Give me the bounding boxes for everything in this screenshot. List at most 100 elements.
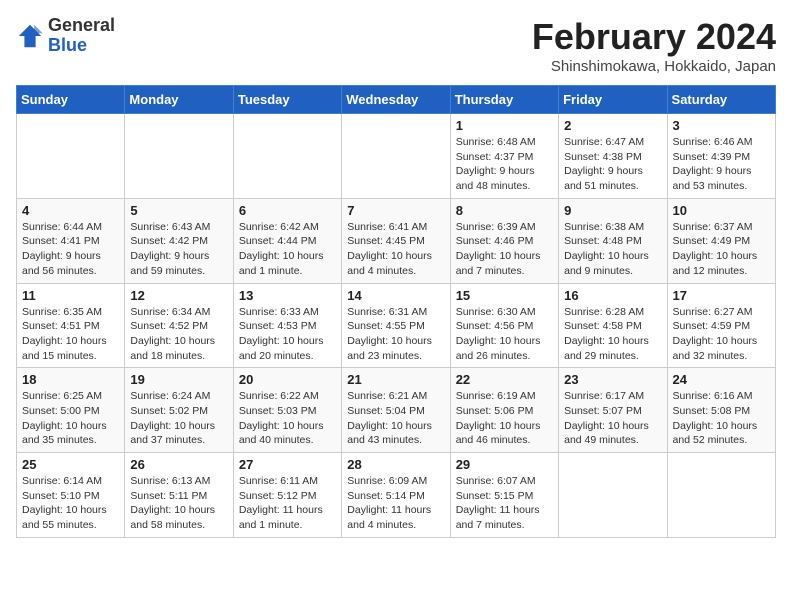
day-number: 7 [347,203,444,218]
calendar-cell: 9 Sunrise: 6:38 AM Sunset: 4:48 PM Daylig… [559,198,667,283]
day-number: 19 [130,372,227,387]
day-number: 9 [564,203,661,218]
day-info: Sunrise: 6:44 AM Sunset: 4:41 PM Dayligh… [22,220,119,279]
day-info: Sunrise: 6:42 AM Sunset: 4:44 PM Dayligh… [239,220,336,279]
calendar-cell: 18 Sunrise: 6:25 AM Sunset: 5:00 PM Dayli… [17,368,125,453]
day-number: 28 [347,457,444,472]
calendar-cell [233,114,341,199]
day-info: Sunrise: 6:30 AM Sunset: 4:56 PM Dayligh… [456,305,553,364]
day-number: 23 [564,372,661,387]
day-number: 3 [673,118,770,133]
day-number: 27 [239,457,336,472]
day-number: 25 [22,457,119,472]
day-info: Sunrise: 6:24 AM Sunset: 5:02 PM Dayligh… [130,389,227,448]
day-info: Sunrise: 6:31 AM Sunset: 4:55 PM Dayligh… [347,305,444,364]
day-number: 11 [22,288,119,303]
day-number: 15 [456,288,553,303]
day-info: Sunrise: 6:39 AM Sunset: 4:46 PM Dayligh… [456,220,553,279]
calendar-cell [125,114,233,199]
weekday-header: Friday [559,86,667,114]
day-number: 14 [347,288,444,303]
day-info: Sunrise: 6:43 AM Sunset: 4:42 PM Dayligh… [130,220,227,279]
day-number: 21 [347,372,444,387]
page-header: General Blue February 2024 Shinshimokawa… [16,16,776,75]
calendar-cell: 25Sunrise: 6:14 AM Sunset: 5:10 PM Dayli… [17,453,125,538]
calendar-cell: 2Sunrise: 6:47 AM Sunset: 4:38 PM Daylig… [559,114,667,199]
calendar-week-row: 18 Sunrise: 6:25 AM Sunset: 5:00 PM Dayli… [17,368,776,453]
weekday-header: Monday [125,86,233,114]
calendar-cell: 11 Sunrise: 6:35 AM Sunset: 4:51 PM Dayli… [17,283,125,368]
day-info: Sunrise: 6:47 AM Sunset: 4:38 PM Dayligh… [564,135,661,194]
weekday-header: Sunday [17,86,125,114]
day-info: Sunrise: 6:27 AM Sunset: 4:59 PM Dayligh… [673,305,770,364]
day-info: Sunrise: 6:07 AM Sunset: 5:15 PM Dayligh… [456,474,553,533]
day-info: Sunrise: 6:48 AM Sunset: 4:37 PM Dayligh… [456,135,553,194]
day-number: 17 [673,288,770,303]
day-info: Sunrise: 6:09 AM Sunset: 5:14 PM Dayligh… [347,474,444,533]
calendar-cell: 23 Sunrise: 6:17 AM Sunset: 5:07 PM Dayli… [559,368,667,453]
day-info: Sunrise: 6:22 AM Sunset: 5:03 PM Dayligh… [239,389,336,448]
calendar-cell: 7 Sunrise: 6:41 AM Sunset: 4:45 PM Daylig… [342,198,450,283]
calendar-cell: 19 Sunrise: 6:24 AM Sunset: 5:02 PM Dayli… [125,368,233,453]
day-number: 16 [564,288,661,303]
day-info: Sunrise: 6:46 AM Sunset: 4:39 PM Dayligh… [673,135,770,194]
calendar-cell: 13 Sunrise: 6:33 AM Sunset: 4:53 PM Dayli… [233,283,341,368]
day-info: Sunrise: 6:25 AM Sunset: 5:00 PM Dayligh… [22,389,119,448]
day-info: Sunrise: 6:17 AM Sunset: 5:07 PM Dayligh… [564,389,661,448]
day-info: Sunrise: 6:21 AM Sunset: 5:04 PM Dayligh… [347,389,444,448]
calendar-cell: 22 Sunrise: 6:19 AM Sunset: 5:06 PM Dayli… [450,368,558,453]
calendar-cell: 5Sunrise: 6:43 AM Sunset: 4:42 PM Daylig… [125,198,233,283]
calendar-cell [667,453,775,538]
day-number: 8 [456,203,553,218]
day-info: Sunrise: 6:13 AM Sunset: 5:11 PM Dayligh… [130,474,227,533]
calendar-cell [17,114,125,199]
calendar-cell: 4 Sunrise: 6:44 AM Sunset: 4:41 PM Daylig… [17,198,125,283]
calendar-cell: 29 Sunrise: 6:07 AM Sunset: 5:15 PM Dayli… [450,453,558,538]
day-info: Sunrise: 6:34 AM Sunset: 4:52 PM Dayligh… [130,305,227,364]
calendar-cell: 28 Sunrise: 6:09 AM Sunset: 5:14 PM Dayli… [342,453,450,538]
day-info: Sunrise: 6:38 AM Sunset: 4:48 PM Dayligh… [564,220,661,279]
calendar-cell: 12Sunrise: 6:34 AM Sunset: 4:52 PM Dayli… [125,283,233,368]
day-number: 20 [239,372,336,387]
day-number: 4 [22,203,119,218]
calendar-cell: 27Sunrise: 6:11 AM Sunset: 5:12 PM Dayli… [233,453,341,538]
weekday-header: Saturday [667,86,775,114]
calendar-cell: 26Sunrise: 6:13 AM Sunset: 5:11 PM Dayli… [125,453,233,538]
calendar-cell: 21 Sunrise: 6:21 AM Sunset: 5:04 PM Dayli… [342,368,450,453]
day-number: 1 [456,118,553,133]
calendar-cell: 24Sunrise: 6:16 AM Sunset: 5:08 PM Dayli… [667,368,775,453]
day-info: Sunrise: 6:16 AM Sunset: 5:08 PM Dayligh… [673,389,770,448]
logo-icon [16,22,44,50]
day-number: 6 [239,203,336,218]
day-info: Sunrise: 6:35 AM Sunset: 4:51 PM Dayligh… [22,305,119,364]
calendar-week-row: 1 Sunrise: 6:48 AM Sunset: 4:37 PM Daylig… [17,114,776,199]
calendar-cell: 3 Sunrise: 6:46 AM Sunset: 4:39 PM Daylig… [667,114,775,199]
calendar-cell: 14 Sunrise: 6:31 AM Sunset: 4:55 PM Dayli… [342,283,450,368]
calendar-week-row: 11 Sunrise: 6:35 AM Sunset: 4:51 PM Dayli… [17,283,776,368]
calendar-cell [342,114,450,199]
day-info: Sunrise: 6:37 AM Sunset: 4:49 PM Dayligh… [673,220,770,279]
weekday-header: Tuesday [233,86,341,114]
day-number: 18 [22,372,119,387]
calendar-cell: 16Sunrise: 6:28 AM Sunset: 4:58 PM Dayli… [559,283,667,368]
weekday-header: Thursday [450,86,558,114]
calendar-cell: 6 Sunrise: 6:42 AM Sunset: 4:44 PM Daylig… [233,198,341,283]
calendar-cell: 15 Sunrise: 6:30 AM Sunset: 4:56 PM Dayli… [450,283,558,368]
day-info: Sunrise: 6:19 AM Sunset: 5:06 PM Dayligh… [456,389,553,448]
calendar-cell: 1 Sunrise: 6:48 AM Sunset: 4:37 PM Daylig… [450,114,558,199]
calendar-cell: 8 Sunrise: 6:39 AM Sunset: 4:46 PM Daylig… [450,198,558,283]
logo-text: General Blue [48,16,115,56]
title-block: February 2024 Shinshimokawa, Hokkaido, J… [532,16,776,75]
calendar-cell: 20 Sunrise: 6:22 AM Sunset: 5:03 PM Dayli… [233,368,341,453]
weekday-header: Wednesday [342,86,450,114]
day-number: 13 [239,288,336,303]
location-subtitle: Shinshimokawa, Hokkaido, Japan [532,58,776,75]
day-info: Sunrise: 6:33 AM Sunset: 4:53 PM Dayligh… [239,305,336,364]
day-info: Sunrise: 6:41 AM Sunset: 4:45 PM Dayligh… [347,220,444,279]
weekday-header-row: SundayMondayTuesdayWednesdayThursdayFrid… [17,86,776,114]
calendar-cell [559,453,667,538]
calendar-table: SundayMondayTuesdayWednesdayThursdayFrid… [16,85,776,538]
day-number: 29 [456,457,553,472]
day-number: 22 [456,372,553,387]
day-number: 10 [673,203,770,218]
